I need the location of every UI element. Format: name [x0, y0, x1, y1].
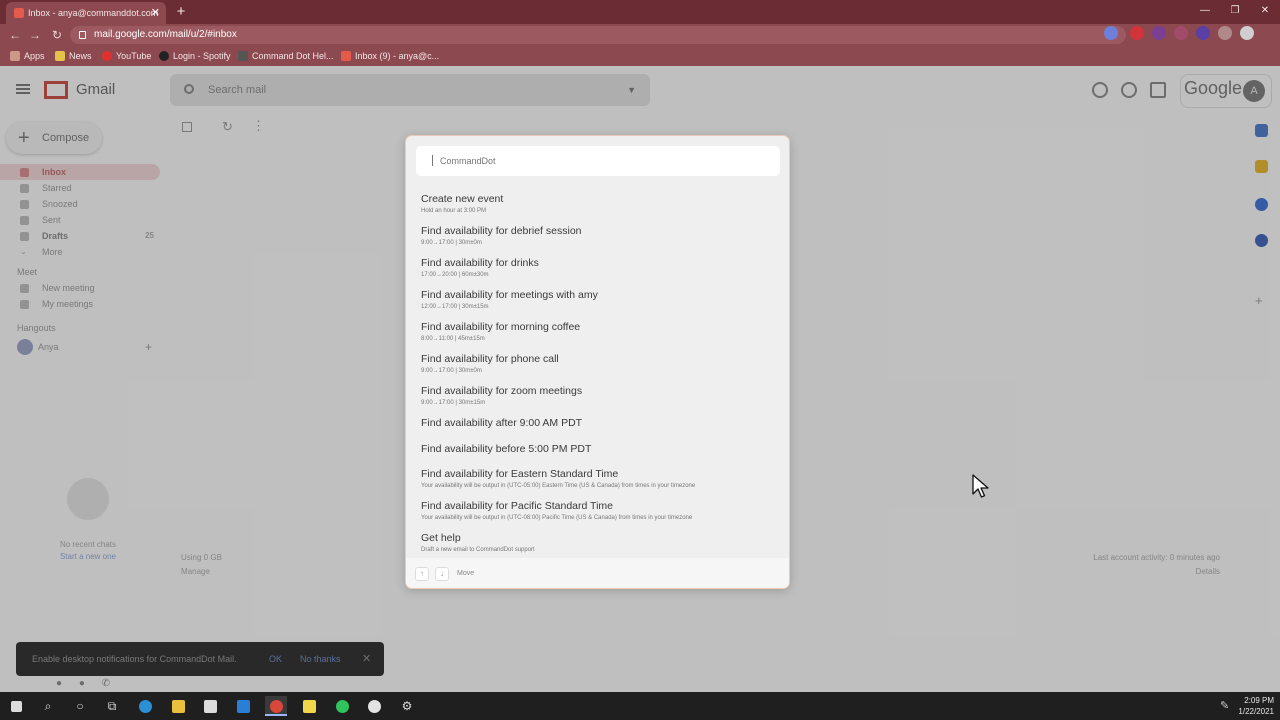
settings-gear-icon[interactable]: ⚙	[396, 696, 418, 716]
command-get-help[interactable]: Get help Draft a new email to CommandDot…	[406, 527, 789, 558]
command-list: Create new event Hold an hour at 3:00 PM…	[406, 188, 789, 558]
close-tab-icon[interactable]: ✕	[151, 2, 160, 24]
forward-arrow-icon[interactable]: →	[26, 26, 44, 44]
minimize-icon[interactable]: —	[1190, 0, 1220, 24]
extension-red-icon[interactable]	[1130, 26, 1144, 40]
commanddot-input[interactable]	[416, 146, 780, 176]
reload-icon[interactable]: ↻	[48, 26, 66, 44]
windows-start-icon[interactable]	[5, 696, 27, 716]
bookmark-youtube[interactable]: YouTube	[102, 46, 151, 66]
extension-r-icon[interactable]	[1152, 26, 1166, 40]
windows-taskbar: ⌕ ○ ⧉ ⚙ ✎ 2:09 PM 1/22/2021	[0, 692, 1280, 720]
commanddot-icon	[238, 51, 248, 61]
browser-tab-bar: Inbox - anya@commanddot.com ✕ + — ❐ ✕	[0, 0, 1280, 24]
bookmark-star-icon[interactable]	[1104, 26, 1118, 40]
command-after-9am[interactable]: Find availability after 9:00 AM PDT	[406, 412, 789, 438]
youtube-icon	[102, 51, 112, 61]
bookmark-commanddot-help[interactable]: Command Dot Hel...	[238, 46, 334, 66]
cortana-icon[interactable]: ○	[69, 696, 91, 716]
gmail-icon	[341, 51, 351, 61]
command-pacific-time[interactable]: Find availability for Pacific Standard T…	[406, 495, 789, 527]
command-drinks[interactable]: Find availability for drinks 17:00→20:00…	[406, 252, 789, 284]
chrome-icon[interactable]	[265, 696, 287, 716]
command-meetings-with-amy[interactable]: Find availability for meetings with amy …	[406, 284, 789, 316]
lock-icon	[79, 31, 86, 39]
close-window-icon[interactable]: ✕	[1250, 0, 1280, 24]
folder-icon	[55, 51, 65, 61]
tab-title: Inbox - anya@commanddot.com	[28, 8, 159, 18]
command-create-new-event[interactable]: Create new event Hold an hour at 3:00 PM	[406, 188, 789, 220]
new-tab-button[interactable]: +	[172, 2, 190, 22]
palette-footer: ↑ ↓ Move	[406, 558, 789, 588]
system-clock[interactable]: 2:09 PM 1/22/2021	[1238, 695, 1274, 717]
command-morning-coffee[interactable]: Find availability for morning coffee 8:0…	[406, 316, 789, 348]
bookmark-spotify[interactable]: Login - Spotify	[159, 46, 231, 66]
slack-icon[interactable]	[363, 696, 385, 716]
gmail-favicon-icon	[14, 8, 24, 18]
mouse-pointer-icon	[972, 474, 989, 498]
spotify-icon[interactable]	[331, 696, 353, 716]
store-icon[interactable]	[199, 696, 221, 716]
address-bar-row: ← → ↻ mail.google.com/mail/u/2/#inbox	[0, 24, 1280, 46]
profile-avatar-icon[interactable]	[1240, 26, 1254, 40]
search-icon[interactable]: ⌕	[37, 696, 59, 716]
command-zoom-meetings[interactable]: Find availability for zoom meetings 9:00…	[406, 380, 789, 412]
down-arrow-key-icon: ↓	[435, 567, 449, 581]
bookmark-inbox[interactable]: Inbox (9) - anya@c...	[341, 46, 439, 66]
restore-icon[interactable]: ❐	[1220, 0, 1250, 24]
pen-icon[interactable]: ✎	[1220, 699, 1229, 712]
task-view-icon[interactable]: ⧉	[101, 696, 123, 716]
move-hint: Move	[457, 570, 475, 577]
back-arrow-icon[interactable]: ←	[6, 26, 24, 44]
up-arrow-key-icon: ↑	[415, 567, 429, 581]
command-phone-call[interactable]: Find availability for phone call 9:00→17…	[406, 348, 789, 380]
sticky-notes-icon[interactable]	[298, 696, 320, 716]
bookmark-apps[interactable]: Apps	[10, 46, 45, 66]
edge-icon[interactable]	[134, 696, 156, 716]
apps-grid-icon	[10, 51, 20, 61]
mail-icon[interactable]	[232, 696, 254, 716]
bookmark-news[interactable]: News	[55, 46, 92, 66]
file-explorer-icon[interactable]	[167, 696, 189, 716]
command-before-5pm[interactable]: Find availability before 5:00 PM PDT	[406, 438, 789, 464]
url-text: mail.google.com/mail/u/2/#inbox	[94, 29, 237, 40]
extensions-puzzle-icon[interactable]	[1218, 26, 1232, 40]
extension-slack-icon[interactable]	[1174, 26, 1188, 40]
command-debrief-session[interactable]: Find availability for debrief session 9:…	[406, 220, 789, 252]
commanddot-palette: Create new event Hold an hour at 3:00 PM…	[405, 135, 790, 589]
url-bar[interactable]: mail.google.com/mail/u/2/#inbox	[70, 26, 1126, 44]
command-eastern-time[interactable]: Find availability for Eastern Standard T…	[406, 463, 789, 495]
spotify-icon	[159, 51, 169, 61]
bookmarks-bar: Apps News YouTube Login - Spotify Comman…	[0, 46, 1280, 66]
text-cursor	[432, 155, 433, 166]
extension-purple-icon[interactable]	[1196, 26, 1210, 40]
browser-tab-inbox[interactable]: Inbox - anya@commanddot.com ✕	[6, 2, 166, 24]
